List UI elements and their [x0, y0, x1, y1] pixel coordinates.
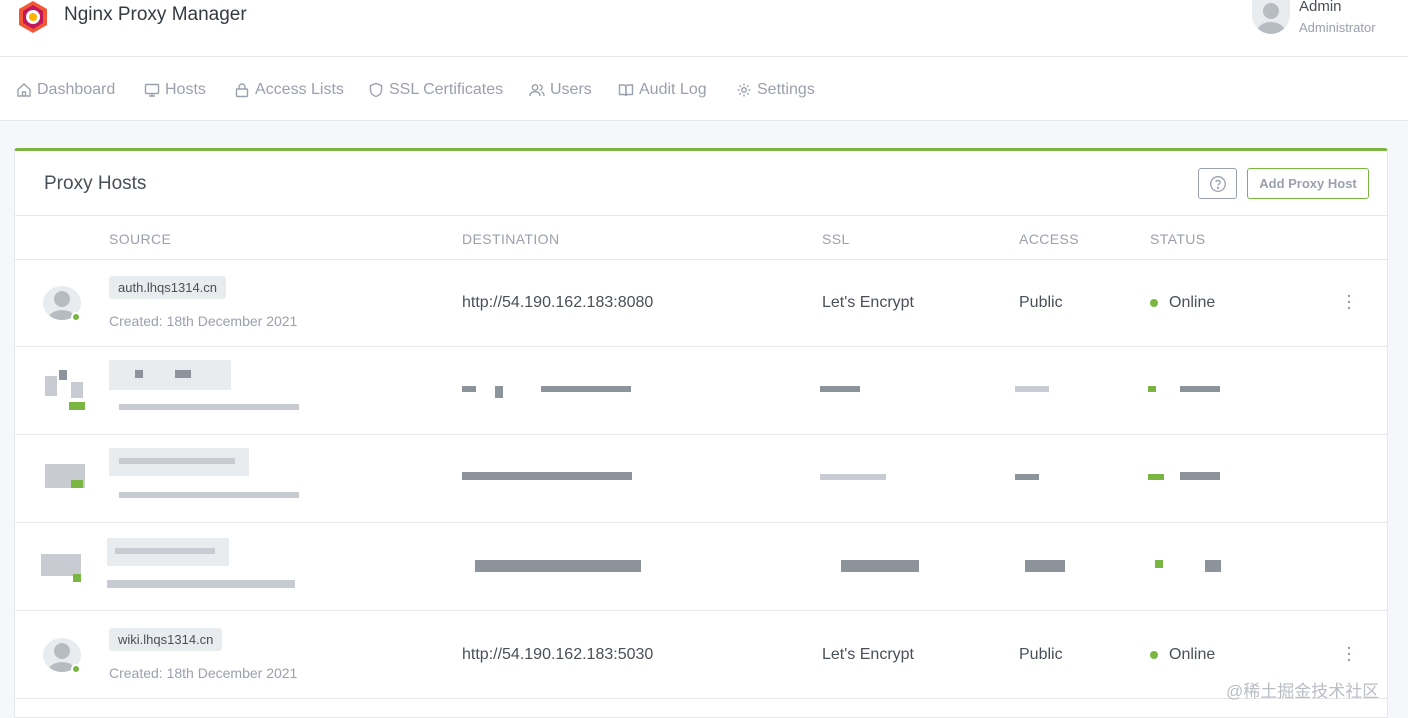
table-row-redacted [15, 524, 1387, 611]
owner-avatar [43, 638, 81, 674]
created-date: Created: 18th December 2021 [109, 313, 298, 329]
domain-badge[interactable]: wiki.lhqs1314.cn [109, 628, 223, 651]
nav-hosts[interactable]: Hosts [144, 79, 206, 101]
column-access: ACCESS [1019, 231, 1079, 247]
nav-ssl-certificates-label: SSL Certificates [389, 81, 504, 98]
nav-dashboard[interactable]: Dashboard [16, 79, 115, 101]
main-nav: Dashboard Hosts Access Lists SSL Certifi… [0, 57, 1408, 121]
table-row-redacted [15, 348, 1387, 435]
nav-users-label: Users [550, 81, 592, 98]
help-button[interactable] [1198, 168, 1237, 199]
card-header-divider [15, 215, 1387, 216]
nav-access-lists-label: Access Lists [255, 81, 344, 98]
user-role: Administrator [1299, 20, 1376, 35]
access-cell: Public [1019, 294, 1063, 311]
more-vertical-icon[interactable] [1344, 292, 1354, 312]
access-cell: Public [1019, 646, 1063, 663]
column-destination: DESTINATION [462, 231, 560, 247]
table-row[interactable]: wiki.lhqs1314.cn Created: 18th December … [15, 612, 1387, 699]
user-avatar-icon [1252, 0, 1290, 34]
user-avatar[interactable] [1252, 0, 1290, 34]
top-header: Nginx Proxy Manager Admin Administrator [0, 0, 1408, 57]
gear-icon [737, 83, 751, 97]
watermark-text: @稀土掘金技术社区 [1226, 682, 1380, 701]
app-logo-icon[interactable] [16, 0, 50, 34]
ssl-cell: Let's Encrypt [822, 646, 914, 663]
lock-icon [235, 83, 249, 98]
nav-settings-label: Settings [757, 81, 815, 98]
domain-badge[interactable]: auth.lhqs1314.cn [109, 276, 227, 299]
nav-audit-log[interactable]: Audit Log [618, 79, 707, 101]
status-cell: Online [1150, 294, 1215, 312]
users-icon [529, 84, 545, 97]
status-label: Online [1169, 646, 1216, 663]
more-vertical-icon[interactable] [1344, 644, 1354, 664]
owner-avatar [43, 286, 81, 322]
status-dot-icon [1150, 651, 1158, 659]
column-ssl: SSL [822, 231, 850, 247]
app-title: Nginx Proxy Manager [64, 4, 247, 25]
nav-audit-log-label: Audit Log [639, 81, 707, 98]
add-proxy-host-button[interactable]: Add Proxy Host [1247, 168, 1369, 199]
shield-icon [369, 82, 383, 98]
destination-cell: http://54.190.162.183:5030 [462, 646, 654, 663]
column-status: STATUS [1150, 231, 1206, 247]
table-row[interactable]: auth.lhqs1314.cn Created: 18th December … [15, 260, 1387, 347]
home-icon [17, 83, 31, 97]
nav-dashboard-label: Dashboard [37, 81, 116, 98]
table-row-redacted [15, 436, 1387, 523]
status-cell: Online [1150, 646, 1215, 664]
monitor-icon [144, 83, 160, 97]
destination-cell: http://54.190.162.183:8080 [462, 294, 654, 311]
created-date: Created: 18th December 2021 [109, 665, 298, 681]
nav-settings[interactable]: Settings [736, 79, 815, 101]
nav-users[interactable]: Users [529, 79, 592, 101]
column-source: SOURCE [109, 231, 172, 247]
user-name[interactable]: Admin [1299, 0, 1342, 15]
proxy-hosts-card: Proxy Hosts Add Proxy Host SOURCE DESTIN… [14, 148, 1388, 718]
status-dot-icon [1150, 299, 1158, 307]
card-title: Proxy Hosts [44, 173, 147, 194]
nav-hosts-label: Hosts [165, 81, 206, 98]
online-indicator [71, 312, 81, 322]
help-icon [1209, 175, 1226, 192]
online-indicator [71, 664, 81, 674]
nav-ssl-certificates[interactable]: SSL Certificates [368, 79, 503, 101]
book-icon [618, 84, 634, 97]
status-label: Online [1169, 294, 1216, 311]
ssl-cell: Let's Encrypt [822, 294, 914, 311]
nav-access-lists[interactable]: Access Lists [234, 79, 344, 101]
